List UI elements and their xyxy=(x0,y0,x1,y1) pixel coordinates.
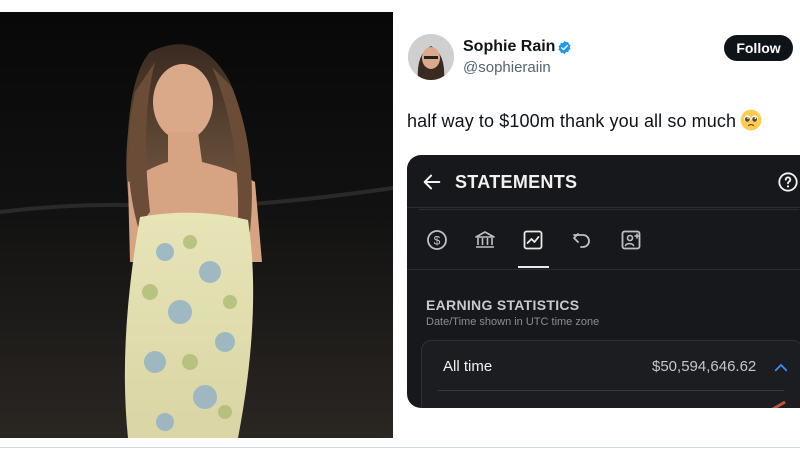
timezone-note: Date/Time shown in UTC time zone xyxy=(426,316,600,328)
tweet-text: half way to $100m thank you all so much xyxy=(407,109,762,132)
chart-line-fragment xyxy=(772,400,786,408)
period-amount: $50,594,646.62 xyxy=(652,358,757,375)
earning-statistics-heading: EARNING STATISTICS xyxy=(426,297,580,313)
statements-screenshot: STATEMENTS $ EARNING STATISTICS Date/Tim… xyxy=(407,155,800,408)
svg-text:$: $ xyxy=(434,234,441,248)
help-icon[interactable] xyxy=(777,171,799,193)
bank-icon xyxy=(475,231,495,248)
tab-dollar[interactable]: $ xyxy=(425,228,449,252)
card-divider xyxy=(438,390,784,391)
active-tab-indicator xyxy=(518,266,549,268)
bottom-divider xyxy=(0,447,800,448)
statements-title: STATEMENTS xyxy=(455,172,578,192)
header-divider xyxy=(407,207,800,208)
tab-payout[interactable] xyxy=(619,228,643,252)
period-label: All time xyxy=(443,358,493,375)
chevron-up-icon[interactable] xyxy=(772,359,790,377)
back-arrow-icon[interactable] xyxy=(421,171,443,193)
photo-image xyxy=(0,12,393,438)
payout-icon xyxy=(621,230,641,250)
avatar-image xyxy=(408,34,454,80)
avatar[interactable] xyxy=(408,34,454,80)
dollar-icon: $ xyxy=(427,230,447,250)
tab-bank[interactable] xyxy=(473,228,497,252)
tabs-divider xyxy=(407,269,800,270)
tweet-photo[interactable] xyxy=(0,12,393,438)
tab-chart[interactable] xyxy=(521,228,545,252)
pleading-face-emoji-icon xyxy=(740,109,762,131)
chart-icon xyxy=(523,230,543,250)
all-time-card[interactable]: All time $50,594,646.62 xyxy=(421,340,800,408)
handle[interactable]: @sophieraiin xyxy=(463,59,551,76)
refund-icon xyxy=(573,233,590,248)
follow-button[interactable]: Follow xyxy=(724,35,793,61)
verified-badge-icon xyxy=(558,40,571,55)
tweet-text-body: half way to $100m thank you all so much xyxy=(407,111,737,131)
tab-refund[interactable] xyxy=(570,228,594,252)
header-divider-inner xyxy=(419,209,799,210)
display-name[interactable]: Sophie Rain xyxy=(463,38,555,56)
